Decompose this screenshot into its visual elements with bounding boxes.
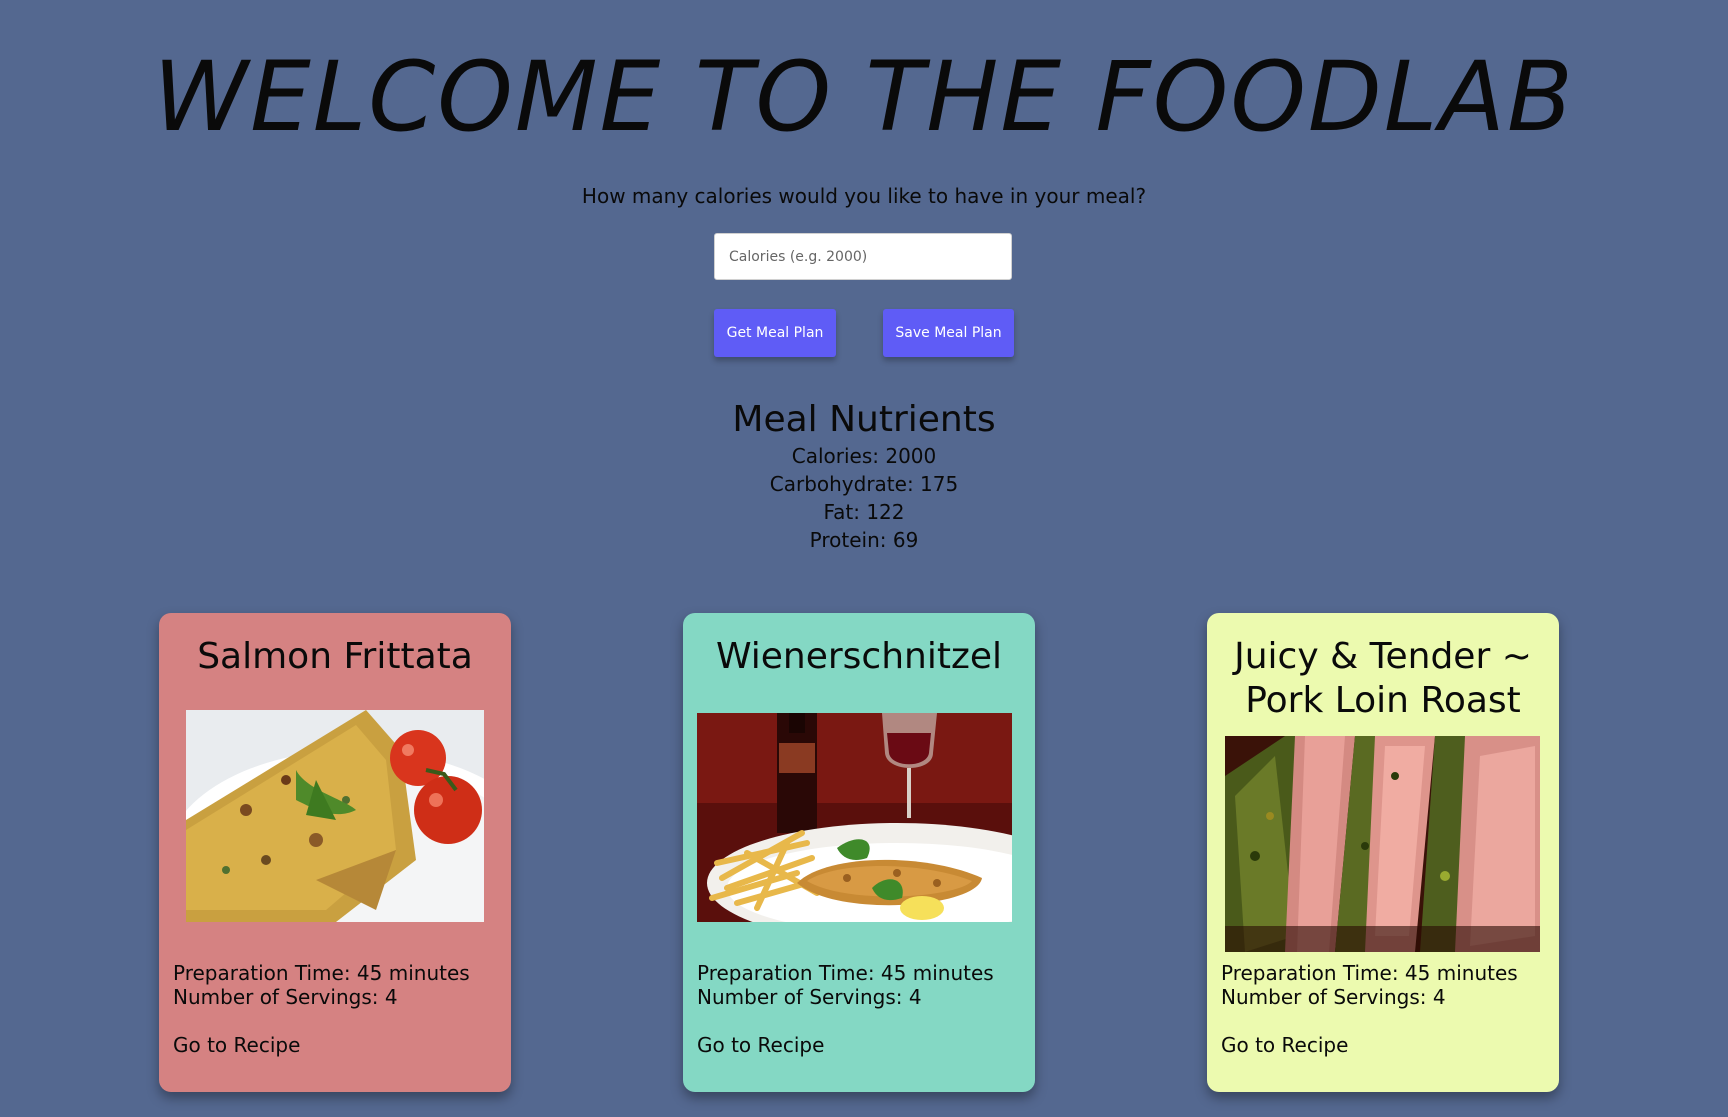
nutrient-fat: Fat: 122	[823, 500, 905, 524]
meal-image-salmon-frittata	[186, 710, 484, 922]
page: WELCOME TO THE FOODLAB How many calories…	[0, 0, 1728, 1117]
nutrient-carbohydrate: Carbohydrate: 175	[769, 472, 959, 496]
calories-input[interactable]	[714, 233, 1012, 280]
meal-nutrients: Meal Nutrients Calories: 2000 Carbohydra…	[0, 398, 1728, 554]
nutrient-protein: Protein: 69	[809, 528, 919, 552]
prep-time: Preparation Time: 45 minutes	[173, 961, 470, 985]
prep-time: Preparation Time: 45 minutes	[697, 961, 994, 985]
meal-card-wienerschnitzel: Wienerschnitzel Preparation Time: 45 min…	[683, 613, 1035, 1092]
meal-image-pork-loin-roast	[1225, 736, 1540, 952]
servings: Number of Servings: 4	[1221, 985, 1446, 1009]
meal-card-salmon-frittata: Salmon Frittata Preparation Time: 45 min…	[159, 613, 511, 1092]
meal-meta: Preparation Time: 45 minutes Number of S…	[1221, 961, 1518, 1009]
servings: Number of Servings: 4	[697, 985, 922, 1009]
meal-meta: Preparation Time: 45 minutes Number of S…	[173, 961, 470, 1009]
get-meal-plan-button[interactable]: Get Meal Plan	[714, 309, 836, 357]
meal-card-pork-loin-roast: Juicy & Tender ~ Pork Loin Roast Prepara…	[1207, 613, 1559, 1092]
meal-title: Juicy & Tender ~ Pork Loin Roast	[1234, 636, 1532, 721]
meal-meta: Preparation Time: 45 minutes Number of S…	[697, 961, 994, 1009]
go-to-recipe-link[interactable]: Go to Recipe	[1221, 1033, 1348, 1057]
meal-title: Wienerschnitzel	[715, 636, 1003, 677]
nutrient-calories: Calories: 2000	[791, 444, 937, 468]
go-to-recipe-link[interactable]: Go to Recipe	[697, 1033, 824, 1057]
meal-title: Salmon Frittata	[197, 636, 473, 677]
go-to-recipe-link[interactable]: Go to Recipe	[173, 1033, 300, 1057]
servings: Number of Servings: 4	[173, 985, 398, 1009]
meal-image-wienerschnitzel	[697, 713, 1012, 922]
save-meal-plan-button[interactable]: Save Meal Plan	[883, 309, 1014, 357]
prep-time: Preparation Time: 45 minutes	[1221, 961, 1518, 985]
calories-question: How many calories would you like to have…	[581, 184, 1147, 208]
page-title: WELCOME TO THE FOODLAB	[153, 41, 1575, 153]
nutrients-heading: Meal Nutrients	[732, 399, 996, 440]
